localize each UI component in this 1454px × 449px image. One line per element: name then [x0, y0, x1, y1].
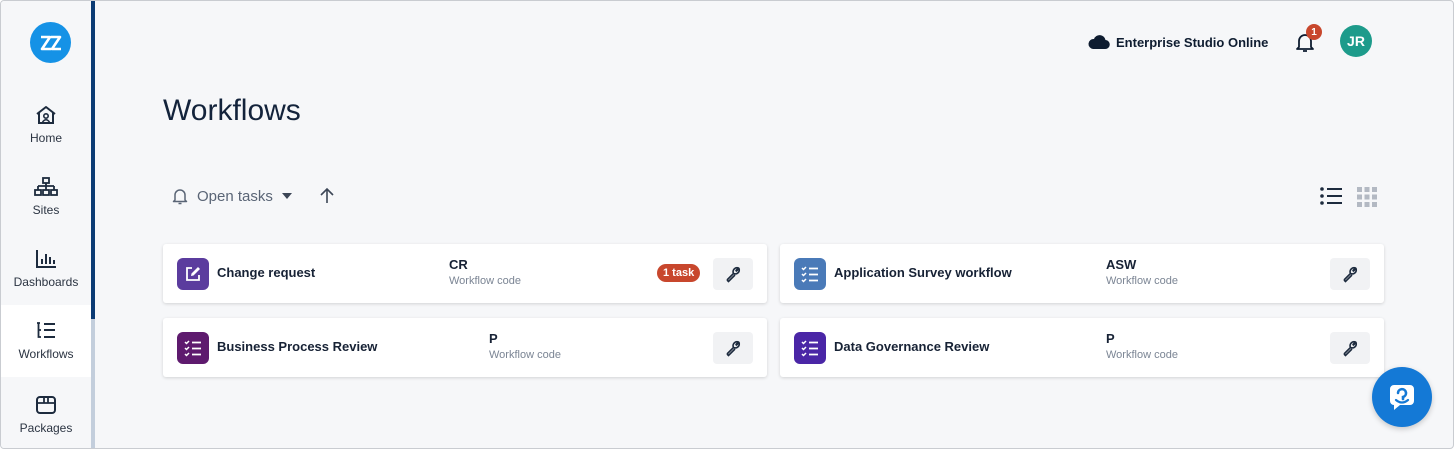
sidebar-item-label: Packages	[19, 421, 73, 435]
chat-support-button[interactable]	[1372, 367, 1432, 427]
app-frame: Home Sites Dashboards Workflows Packages…	[0, 0, 1454, 449]
sidebar-item-label: Sites	[32, 203, 60, 217]
workflow-name: Application Survey workflow	[834, 265, 1012, 280]
bell-icon	[172, 189, 188, 205]
filter-label: Open tasks	[197, 187, 273, 205]
sort-direction-button[interactable]	[319, 187, 335, 205]
arrow-up-icon	[320, 187, 334, 203]
sidebar-item-workflows[interactable]: Workflows	[1, 305, 91, 377]
wrench-icon	[726, 266, 741, 283]
environment-selector[interactable]: Enterprise Studio Online	[1088, 32, 1268, 52]
sidebar-item-sites[interactable]: Sites	[1, 161, 91, 233]
zz-logo[interactable]	[30, 22, 71, 63]
wrench-icon	[1343, 266, 1358, 283]
configure-workflow-button[interactable]	[1330, 332, 1370, 364]
sidebar-item-label: Home	[29, 131, 62, 145]
workflow-code-label: Workflow code	[489, 349, 561, 361]
notification-count-badge: 1	[1306, 24, 1322, 40]
user-avatar[interactable]: JR	[1340, 25, 1372, 57]
cloud-icon	[1088, 35, 1110, 50]
checklist-icon	[801, 340, 818, 357]
workflow-icon	[37, 322, 55, 338]
sitemap-icon	[34, 177, 58, 196]
toolbar: Open tasks	[171, 184, 335, 208]
workflow-card[interactable]: Data Governance Review P Workflow code	[780, 318, 1384, 377]
workflow-card[interactable]: Business Process Review P Workflow code	[163, 318, 767, 377]
page-title: Workflows	[163, 94, 301, 127]
sidebar-item-packages[interactable]: Packages	[1, 379, 91, 448]
workflow-type-badge	[177, 332, 209, 364]
main-content: Enterprise Studio Online 1 JR Workflows …	[95, 1, 1453, 448]
wrench-icon	[1343, 340, 1358, 357]
workflow-type-badge	[794, 258, 826, 290]
sidebar-item-dashboards[interactable]: Dashboards	[1, 233, 91, 305]
environment-label: Enterprise Studio Online	[1116, 34, 1269, 50]
workflow-code-label: Workflow code	[1106, 275, 1178, 287]
workflow-card[interactable]: Change request CR Workflow code 1 task	[163, 244, 767, 303]
workflow-card[interactable]: Application Survey workflow ASW Workflow…	[780, 244, 1384, 303]
workflow-name: Business Process Review	[217, 339, 378, 354]
sidebar-item-label: Workflows	[18, 347, 74, 361]
edit-icon	[186, 267, 200, 281]
grid-view-icon[interactable]	[1356, 186, 1378, 208]
logo-mark-icon	[40, 35, 61, 50]
open-tasks-filter-dropdown[interactable]: Open tasks	[171, 187, 293, 205]
configure-workflow-button[interactable]	[1330, 258, 1370, 290]
home-icon	[36, 106, 56, 124]
bar-chart-icon	[36, 250, 56, 268]
configure-workflow-button[interactable]	[713, 332, 753, 364]
workflow-code: CR	[449, 257, 468, 272]
workflow-code: P	[1106, 331, 1115, 346]
task-count-badge: 1 task	[657, 264, 701, 282]
sidebar-item-home[interactable]: Home	[1, 89, 91, 161]
workflow-code-label: Workflow code	[1106, 349, 1178, 361]
wrench-icon	[726, 340, 741, 357]
workflow-type-badge	[794, 332, 826, 364]
checklist-icon	[801, 266, 818, 283]
list-view-icon[interactable]	[1319, 185, 1343, 207]
workflow-type-badge	[177, 258, 209, 290]
caret-down-icon	[281, 193, 292, 199]
workflow-name: Change request	[217, 265, 316, 280]
chat-support-icon	[1390, 385, 1414, 410]
workflow-code: ASW	[1106, 257, 1137, 272]
workflow-code: P	[489, 331, 498, 346]
checklist-icon	[184, 340, 201, 357]
sidebar-item-label: Dashboards	[13, 275, 79, 289]
package-icon	[36, 396, 56, 414]
workflow-name: Data Governance Review	[834, 339, 990, 354]
workflow-code-label: Workflow code	[449, 275, 521, 287]
configure-workflow-button[interactable]	[713, 258, 753, 290]
sidebar: Home Sites Dashboards Workflows Packages	[1, 1, 91, 448]
